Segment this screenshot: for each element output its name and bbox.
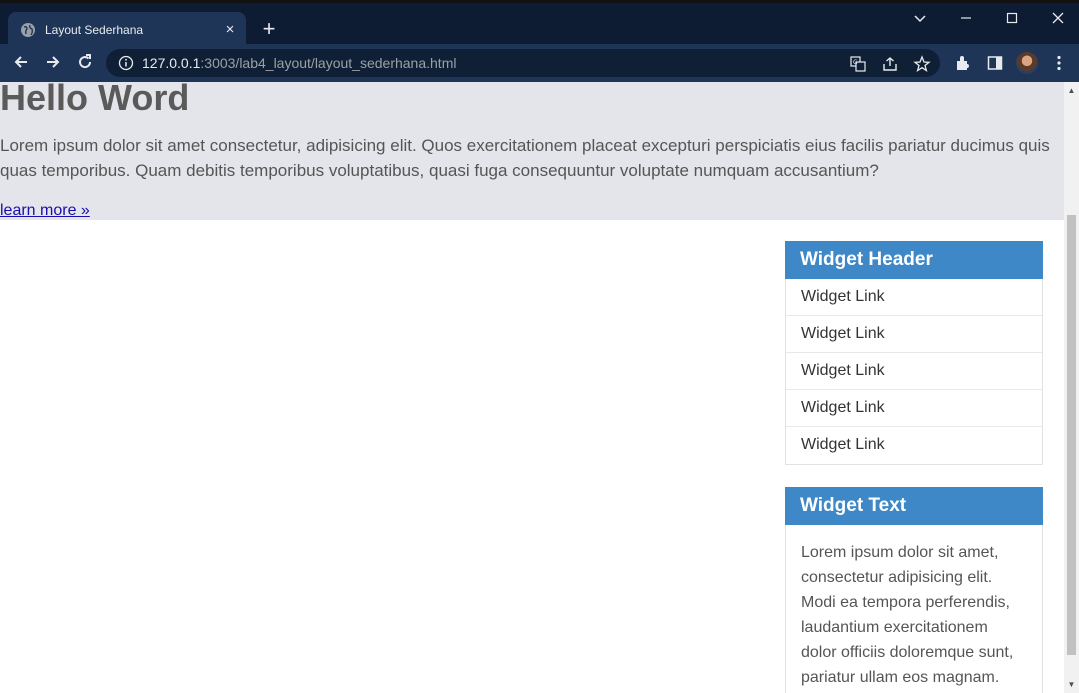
scroll-down-arrow-icon[interactable]: ▼ <box>1067 680 1076 689</box>
bookmark-star-icon[interactable] <box>913 55 931 73</box>
scroll-thumb[interactable] <box>1067 215 1076 655</box>
extensions-icon[interactable] <box>954 54 972 72</box>
browser-toolbar: 127.0.0.1:3003/lab4_layout/layout_sederh… <box>0 44 1079 82</box>
close-window-button[interactable] <box>1043 11 1073 28</box>
browser-titlebar: Layout Sederhana × + <box>0 0 1079 47</box>
tab-title: Layout Sederhana <box>45 22 144 37</box>
profile-avatar[interactable] <box>1016 52 1038 74</box>
lead-paragraph: Lorem ipsum dolor sit amet consectetur, … <box>0 136 1050 180</box>
widget-links: Widget Header Widget Link Widget Link Wi… <box>785 241 1043 465</box>
tab-close-icon[interactable]: × <box>218 21 242 38</box>
forward-button[interactable] <box>42 53 64 75</box>
widget-link[interactable]: Widget Link <box>786 427 1042 464</box>
widget-link[interactable]: Widget Link <box>786 353 1042 390</box>
page-viewport: Hello Word Lorem ipsum dolor sit amet co… <box>0 82 1064 693</box>
scroll-up-arrow-icon[interactable]: ▲ <box>1067 86 1076 95</box>
reload-button[interactable] <box>74 53 96 75</box>
vertical-scrollbar[interactable]: ▲ ▼ <box>1064 82 1079 693</box>
share-icon[interactable] <box>881 55 899 73</box>
widget-link[interactable]: Widget Link <box>786 316 1042 353</box>
globe-icon <box>21 22 35 37</box>
learn-more-link[interactable]: learn more » <box>0 202 90 220</box>
page-title: Hello Word <box>0 82 190 118</box>
new-tab-button[interactable]: + <box>258 18 280 40</box>
kebab-menu-icon[interactable] <box>1050 54 1068 72</box>
widget-header: Widget Header <box>785 241 1043 279</box>
widget-text: Widget Text Lorem ipsum dolor sit amet, … <box>785 487 1043 693</box>
info-icon[interactable] <box>118 55 134 71</box>
url-path: :3003/lab4_layout/layout_sederhana.html <box>200 55 457 71</box>
maximize-button[interactable] <box>997 11 1027 28</box>
back-button[interactable] <box>10 53 32 75</box>
tab-search-icon[interactable] <box>905 11 935 28</box>
widget-link[interactable]: Widget Link <box>786 390 1042 427</box>
minimize-button[interactable] <box>951 11 981 28</box>
translate-icon[interactable]: G <box>849 55 867 73</box>
svg-text:G: G <box>853 59 858 66</box>
widget-text-header: Widget Text <box>785 487 1043 525</box>
widget-text-body: Lorem ipsum dolor sit amet, consectetur … <box>801 544 1014 686</box>
side-panel-icon[interactable] <box>986 54 1004 72</box>
url-host: 127.0.0.1 <box>142 55 201 71</box>
widget-link[interactable]: Widget Link <box>786 279 1042 316</box>
browser-tab[interactable]: Layout Sederhana × <box>8 12 246 47</box>
jumbotron: Hello Word Lorem ipsum dolor sit amet co… <box>0 82 1064 220</box>
address-bar[interactable]: 127.0.0.1:3003/lab4_layout/layout_sederh… <box>106 49 940 77</box>
